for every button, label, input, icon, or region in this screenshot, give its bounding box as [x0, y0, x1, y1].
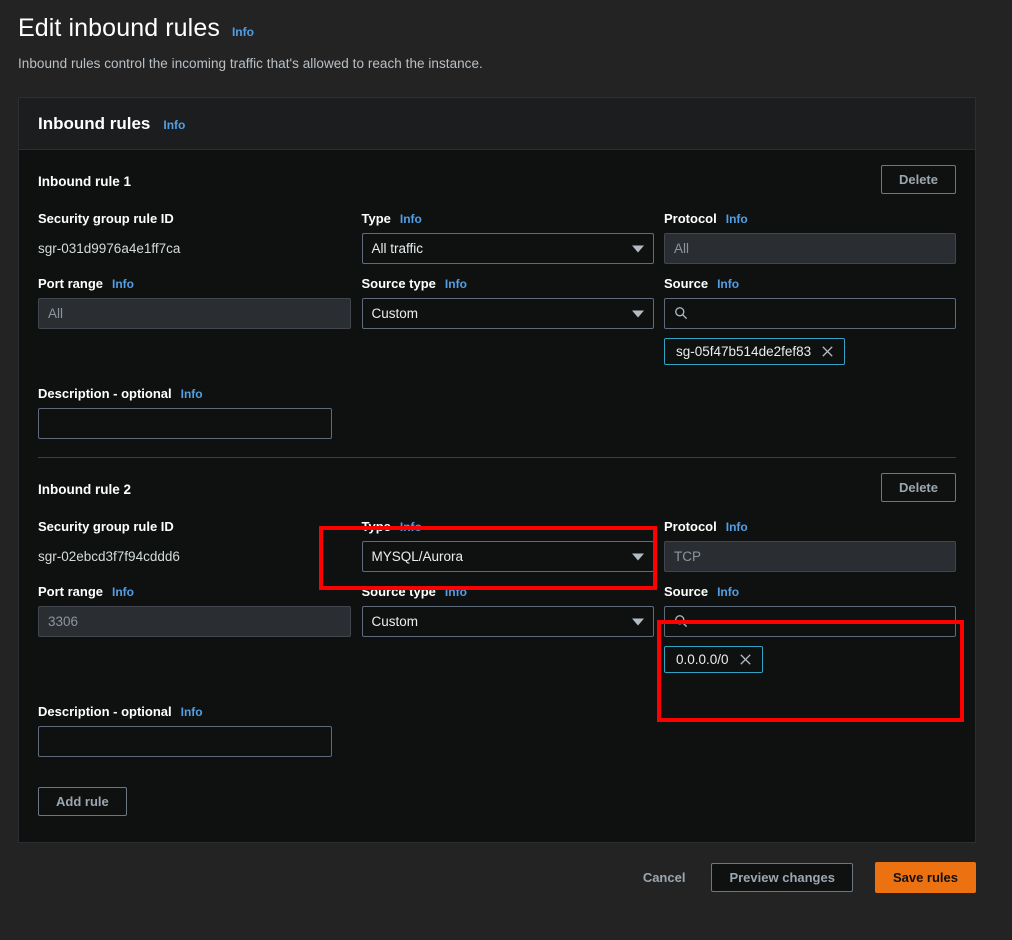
remove-token-icon[interactable]	[820, 344, 835, 359]
rule-2-source-token-label: 0.0.0.0/0	[676, 652, 729, 667]
rule-2-port-range-field: Port range Info	[38, 584, 351, 673]
edit-inbound-rules-page: Edit inbound rules Info Inbound rules co…	[0, 0, 1012, 940]
rule-1-description-field: Description - optional Info	[38, 386, 956, 439]
rule-2-grid: Security group rule ID sgr-02ebcd3f7f94c…	[38, 519, 956, 682]
rule-1-source-type-select[interactable]: Custom	[361, 298, 654, 329]
rule-2-protocol-field: Protocol Info	[664, 519, 956, 572]
rule-1-source-token-label: sg-05f47b514de2fef83	[676, 344, 812, 359]
remove-token-icon[interactable]	[738, 652, 753, 667]
rule-2-port-range-label: Port range Info	[38, 584, 135, 599]
rule-2-description-input[interactable]	[38, 726, 332, 757]
rule-1-port-range-label: Port range Info	[38, 276, 135, 291]
rule-2-description-label: Description - optional Info	[38, 704, 203, 719]
rule-1-description-label: Description - optional Info	[38, 386, 203, 401]
cancel-button[interactable]: Cancel	[639, 863, 690, 892]
rule-1-grid: Security group rule ID sgr-031d9976a4e1f…	[38, 211, 956, 374]
rule-1-title: Inbound rule 1	[38, 174, 131, 189]
rule-2-id-value: sgr-02ebcd3f7f94cddd6	[38, 549, 180, 564]
footer-actions: Cancel Preview changes Save rules	[0, 862, 1012, 893]
rule-2-type-select[interactable]: MYSQL/Aurora	[361, 541, 654, 572]
rule-2-source-type-value: Custom	[371, 614, 419, 629]
page-title-info-link[interactable]: Info	[232, 25, 254, 39]
chevron-down-icon	[631, 245, 644, 252]
rule-1-id-value: sgr-031d9976a4e1ff7ca	[38, 241, 181, 256]
rule-2-source-type-field: Source type Info Custom	[361, 584, 654, 673]
rule-2-title: Inbound rule 2	[38, 482, 131, 497]
rule-1-protocol-info-link[interactable]: Info	[726, 212, 748, 226]
rule-2-protocol-info-link[interactable]: Info	[726, 520, 748, 534]
rule-2-id-field: Security group rule ID sgr-02ebcd3f7f94c…	[38, 519, 351, 572]
card-info-link[interactable]: Info	[163, 118, 185, 132]
rule-2-type-value: MYSQL/Aurora	[371, 549, 464, 564]
page-title: Edit inbound rules	[18, 14, 220, 42]
search-icon	[675, 307, 688, 320]
rule-2-header: Inbound rule 2 Delete	[38, 473, 956, 502]
rule-2-protocol-input	[664, 541, 956, 572]
delete-rule-1-button[interactable]: Delete	[880, 165, 956, 194]
rule-1-description-input[interactable]	[38, 408, 332, 439]
rule-1-type-select[interactable]: All traffic	[361, 233, 654, 264]
rule-1-type-field: Type Info All traffic	[361, 211, 654, 264]
add-rule-wrapper: Add rule	[38, 775, 956, 842]
rule-1-id-field: Security group rule ID sgr-031d9976a4e1f…	[38, 211, 351, 264]
card-header: Inbound rules Info	[19, 98, 975, 150]
rule-1-source-field: Source Info sg-05f47b514de2fef83	[664, 276, 956, 365]
rule-2-id-label: Security group rule ID	[38, 519, 174, 534]
rule-1-source-type-field: Source type Info Custom	[361, 276, 654, 365]
rule-2-source-type-info-link[interactable]: Info	[445, 585, 467, 599]
chevron-down-icon	[631, 553, 644, 560]
rule-2-source-search-box[interactable]	[664, 606, 956, 637]
rule-1-description-info-link[interactable]: Info	[181, 387, 203, 401]
rule-2-source-token-list: 0.0.0.0/0	[664, 637, 956, 673]
rule-1-port-range-input	[38, 298, 351, 329]
page-description: Inbound rules control the incoming traff…	[18, 56, 483, 71]
rule-2-type-info-link[interactable]: Info	[400, 520, 422, 534]
save-rules-button[interactable]: Save rules	[874, 862, 976, 893]
rule-1-type-label: Type Info	[361, 211, 422, 226]
rule-2-source-field: Source Info 0.0.0.0/0	[664, 584, 956, 673]
rule-1-protocol-label: Protocol Info	[664, 211, 748, 226]
rule-1-port-range-info-link[interactable]: Info	[112, 277, 134, 291]
search-icon	[675, 615, 688, 628]
rule-2-type-field: Type Info MYSQL/Aurora	[361, 519, 654, 572]
page-title-row: Edit inbound rules Info	[18, 14, 1012, 43]
card-title: Inbound rules	[38, 114, 151, 133]
rule-1-type-info-link[interactable]: Info	[400, 212, 422, 226]
rule-2-port-range-input	[38, 606, 351, 637]
rule-1-protocol-field: Protocol Info	[664, 211, 956, 264]
rule-1-id-label: Security group rule ID	[38, 211, 174, 226]
rule-1-source-type-value: Custom	[371, 306, 419, 321]
rule-2-port-range-info-link[interactable]: Info	[112, 585, 134, 599]
card-body: Inbound rule 1 Delete Security group rul…	[19, 150, 975, 842]
page-header: Edit inbound rules Info Inbound rules co…	[0, 0, 1012, 71]
rule-2-source-type-select[interactable]: Custom	[361, 606, 654, 637]
rule-1-port-range-field: Port range Info	[38, 276, 351, 365]
rule-1-type-value: All traffic	[371, 241, 424, 256]
chevron-down-icon	[631, 618, 644, 625]
rule-1-source-type-info-link[interactable]: Info	[445, 277, 467, 291]
chevron-down-icon	[631, 310, 644, 317]
rule-2-protocol-label: Protocol Info	[664, 519, 748, 534]
rule-2-description-info-link[interactable]: Info	[181, 705, 203, 719]
rule-2-type-label: Type Info	[361, 519, 422, 534]
rule-1-source-token-list: sg-05f47b514de2fef83	[664, 329, 956, 365]
rule-1-protocol-input	[664, 233, 956, 264]
inbound-rule-2: Inbound rule 2 Delete Security group rul…	[38, 457, 956, 775]
rule-1-source-search-box[interactable]	[664, 298, 956, 329]
delete-rule-2-button[interactable]: Delete	[880, 473, 956, 502]
inbound-rules-card: Inbound rules Info Inbound rule 1 Delete…	[18, 97, 976, 843]
rule-1-source-label: Source Info	[664, 276, 740, 291]
rule-2-source-type-label: Source type Info	[361, 584, 467, 599]
inbound-rule-1: Inbound rule 1 Delete Security group rul…	[38, 150, 956, 457]
preview-changes-button[interactable]: Preview changes	[711, 863, 853, 892]
rule-2-source-token[interactable]: 0.0.0.0/0	[664, 646, 763, 673]
add-rule-button[interactable]: Add rule	[38, 787, 127, 816]
rule-1-header: Inbound rule 1 Delete	[38, 165, 956, 194]
rule-1-source-token[interactable]: sg-05f47b514de2fef83	[664, 338, 846, 365]
rule-2-source-info-link[interactable]: Info	[717, 585, 739, 599]
rule-1-source-type-label: Source type Info	[361, 276, 467, 291]
rule-1-source-info-link[interactable]: Info	[717, 277, 739, 291]
rule-2-source-label: Source Info	[664, 584, 740, 599]
rule-2-description-field: Description - optional Info	[38, 704, 956, 757]
